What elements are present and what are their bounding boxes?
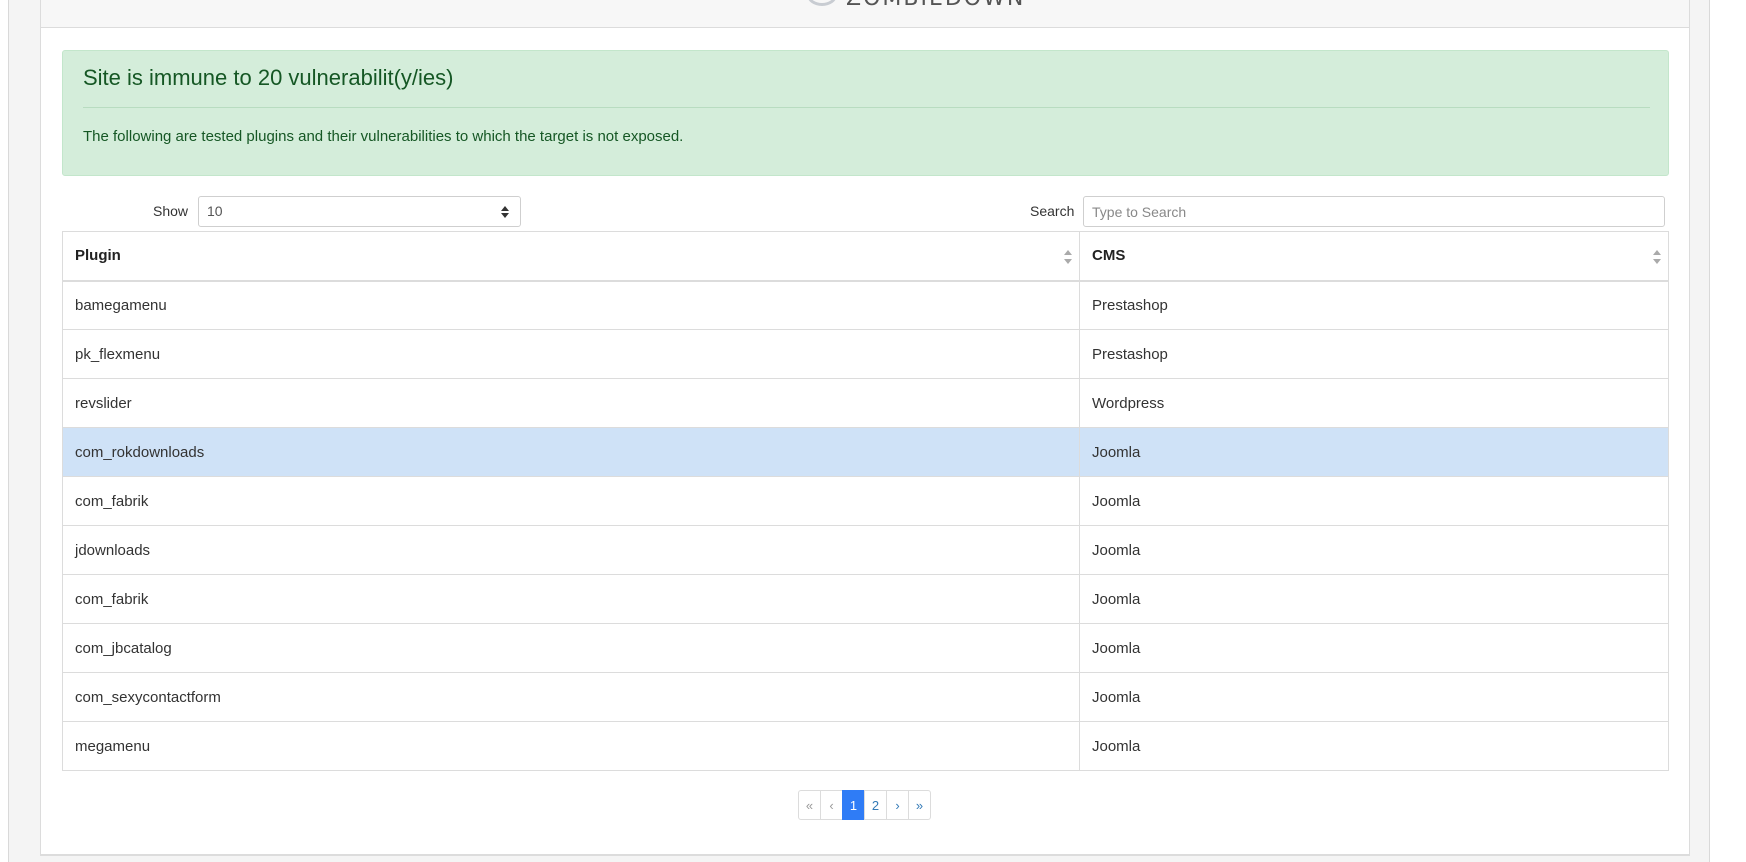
sort-icon (1653, 250, 1661, 264)
logo-text: ZOMBIEDOWN (846, 0, 1025, 11)
table-row[interactable]: jdownloads Joomla (62, 525, 1669, 575)
plugin-cell: megamenu (62, 721, 1080, 771)
plugins-table: Plugin CMS bamegamenu Prestashop pk_flex… (62, 231, 1669, 771)
table-header-row: Plugin CMS (62, 231, 1669, 282)
table-row[interactable]: revslider Wordpress (62, 378, 1669, 428)
table-row[interactable]: com_jbcatalog Joomla (62, 623, 1669, 673)
page-1-button[interactable]: 1 (842, 790, 865, 820)
cms-cell: Joomla (1079, 721, 1669, 771)
plugin-cell: com_fabrik (62, 476, 1080, 526)
search-label: Search (1030, 203, 1075, 219)
table-row[interactable]: bamegamenu Prestashop (62, 280, 1669, 330)
alert-title: Site is immune to 20 vulnerabilit(y/ies) (83, 65, 454, 90)
plugin-cell: com_sexycontactform (62, 672, 1080, 722)
search-input[interactable] (1083, 196, 1665, 227)
cms-cell: Joomla (1079, 623, 1669, 673)
table-row[interactable]: pk_flexmenu Prestashop (62, 329, 1669, 379)
plugin-cell: com_jbcatalog (62, 623, 1080, 673)
prev-page-button[interactable]: ‹ (820, 790, 843, 820)
plugin-cell: jdownloads (62, 525, 1080, 575)
alert-description: The following are tested plugins and the… (83, 128, 684, 145)
plugin-cell: bamegamenu (62, 280, 1080, 330)
cms-cell: Joomla (1079, 476, 1669, 526)
alert-divider (83, 107, 1650, 108)
column-header-label: Plugin (75, 247, 121, 265)
table-row[interactable]: com_sexycontactform Joomla (62, 672, 1669, 722)
table-row[interactable]: com_fabrik Joomla (62, 476, 1669, 526)
first-page-button[interactable]: « (798, 790, 821, 820)
cms-cell: Prestashop (1079, 280, 1669, 330)
select-arrows-icon (501, 206, 509, 218)
plugin-cell: com_fabrik (62, 574, 1080, 624)
results-panel: Site is immune to 20 vulnerabilit(y/ies)… (40, 27, 1690, 855)
cms-cell: Wordpress (1079, 378, 1669, 428)
cms-cell: Joomla (1079, 427, 1669, 477)
plugin-cell: pk_flexmenu (62, 329, 1080, 379)
show-label: Show (153, 203, 189, 219)
column-header-cms[interactable]: CMS (1079, 231, 1669, 282)
cms-cell: Joomla (1079, 672, 1669, 722)
cms-cell: Prestashop (1079, 329, 1669, 379)
column-header-plugin[interactable]: Plugin (62, 231, 1080, 282)
column-header-label: CMS (1092, 247, 1126, 265)
table-row-highlighted[interactable]: com_rokdownloads Joomla (62, 427, 1669, 477)
logo-icon (807, 0, 837, 6)
next-page-button[interactable]: › (886, 790, 909, 820)
table-row[interactable]: megamenu Joomla (62, 721, 1669, 771)
immune-alert: Site is immune to 20 vulnerabilit(y/ies)… (62, 50, 1669, 176)
page-size-select[interactable]: 10 (198, 196, 521, 227)
sort-icon (1064, 250, 1072, 264)
plugin-cell: com_rokdownloads (62, 427, 1080, 477)
cms-cell: Joomla (1079, 525, 1669, 575)
plugin-cell: revslider (62, 378, 1080, 428)
last-page-button[interactable]: » (908, 790, 931, 820)
page-2-button[interactable]: 2 (864, 790, 887, 820)
page-size-value: 10 (207, 203, 223, 219)
table-row[interactable]: com_fabrik Joomla (62, 574, 1669, 624)
panel-footer-strip (40, 855, 1690, 862)
header-bar: ZOMBIEDOWN (40, 0, 1690, 28)
pagination: « ‹ 1 2 › » (798, 790, 931, 820)
cms-cell: Joomla (1079, 574, 1669, 624)
